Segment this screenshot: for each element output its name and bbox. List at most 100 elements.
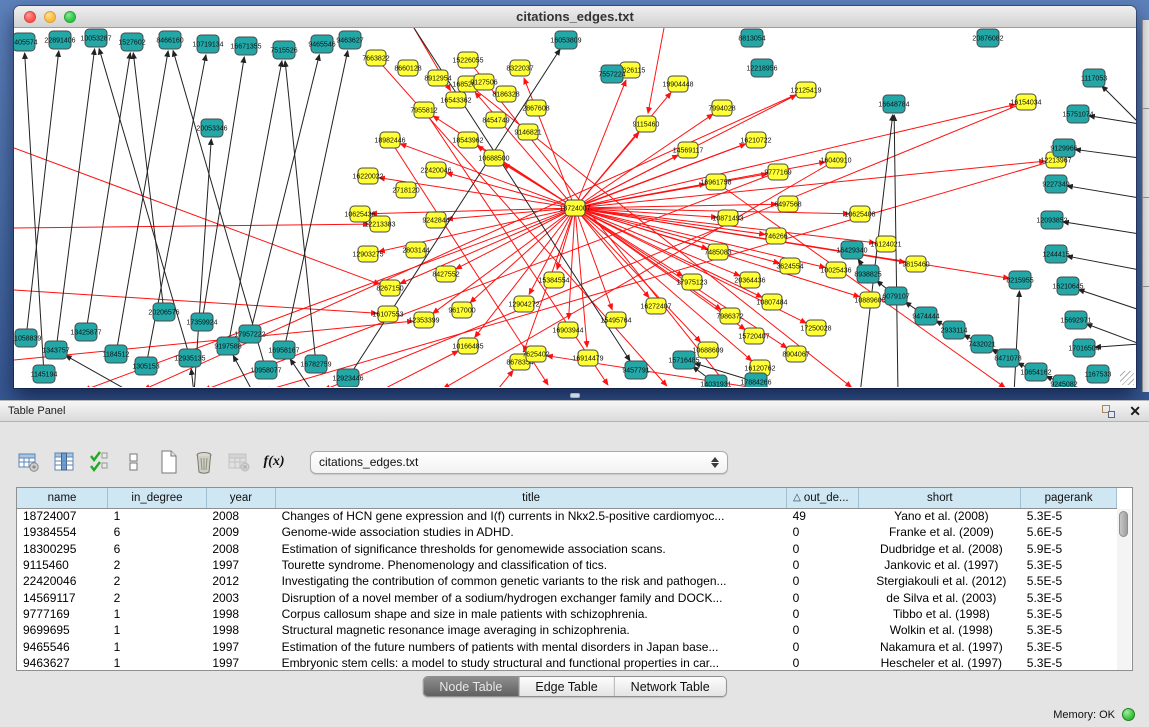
graph-node[interactable]: 8938825	[854, 265, 881, 283]
graph-node[interactable]: 12093852	[1036, 211, 1067, 229]
graph-node[interactable]: 9127506	[470, 74, 497, 90]
graph-node[interactable]: 9146821	[514, 124, 541, 140]
graph-node[interactable]: 17975123	[676, 274, 707, 290]
graph-node[interactable]: 8322037	[506, 60, 533, 76]
graph-node[interactable]: 15751074	[1062, 105, 1093, 123]
graph-node[interactable]: 10889605	[854, 292, 885, 308]
graph-node[interactable]: 9115460	[633, 116, 660, 132]
window-titlebar[interactable]: citations_edges.txt	[14, 6, 1136, 28]
panel-splitter-handle[interactable]	[570, 393, 580, 398]
graph-node[interactable]: 2718120	[392, 182, 419, 198]
graph-node[interactable]: 14031931	[700, 375, 731, 387]
column-header-short[interactable]: short	[859, 488, 1021, 508]
table-row[interactable]: 1872400712008Changes of HCN gene express…	[17, 508, 1117, 524]
resize-grip[interactable]	[1120, 371, 1134, 385]
column-header-name[interactable]: name	[17, 488, 108, 508]
close-window-button[interactable]	[24, 11, 36, 23]
table-settings-icon[interactable]	[16, 449, 42, 475]
graph-node[interactable]: 22420046	[420, 162, 451, 178]
graph-node[interactable]: 9777169	[764, 164, 791, 180]
select-columns-icon[interactable]	[51, 449, 77, 475]
table-row[interactable]: 977716911998Corpus callosum shape and si…	[17, 606, 1117, 622]
graph-node[interactable]: 16903944	[552, 322, 583, 338]
graph-node[interactable]: 19904448	[662, 76, 693, 92]
graph-node[interactable]: 10053287	[80, 29, 111, 47]
graph-node[interactable]: 16124021	[870, 236, 901, 252]
tab-node-table[interactable]: Node Table	[423, 677, 519, 696]
graph-node[interactable]: 20876082	[972, 29, 1003, 47]
table-row[interactable]: 1938455462009Genome-wide association stu…	[17, 524, 1117, 540]
graph-node[interactable]: 17016504	[1068, 339, 1099, 357]
graph-node[interactable]: 16958167	[268, 341, 299, 359]
graph-node[interactable]: 16429340	[836, 241, 867, 259]
graph-node[interactable]: 16671355	[230, 37, 261, 55]
graph-node[interactable]: 8904067	[782, 346, 809, 362]
graph-node[interactable]: 20206576	[148, 303, 179, 321]
graph-node[interactable]: 9465546	[308, 35, 335, 53]
graph-node[interactable]: 12353399	[408, 312, 439, 328]
graph-node[interactable]: 8466160	[156, 31, 183, 49]
graph-node[interactable]: 16782759	[300, 355, 331, 373]
function-builder-icon[interactable]: f(x)	[261, 449, 287, 475]
graph-node[interactable]: 7485083	[704, 244, 731, 260]
graph-node[interactable]: 1527602	[118, 33, 145, 51]
graph-node[interactable]: 7986372	[716, 308, 743, 324]
column-header-out_de[interactable]: △out_de...	[787, 488, 859, 508]
show-selected-icon[interactable]	[121, 449, 147, 475]
graph-node[interactable]: 9463627	[336, 31, 363, 49]
graph-node[interactable]: 16040910	[820, 152, 851, 168]
graph-node[interactable]: 16648784	[878, 95, 909, 113]
graph-node[interactable]: 9245082	[1050, 375, 1077, 387]
graph-node[interactable]: 2933114	[941, 321, 968, 339]
graph-node[interactable]: 8471078	[994, 349, 1021, 367]
graph-node[interactable]: 16053809	[550, 31, 581, 49]
graph-node[interactable]: 1343757	[42, 341, 69, 359]
graph-node[interactable]: 8912954	[424, 70, 451, 86]
graph-node[interactable]: 11058839	[14, 329, 41, 347]
graph-node[interactable]: 7955812	[410, 102, 437, 118]
table-row[interactable]: 2242004622012Investigating the contribut…	[17, 573, 1117, 589]
graph-node[interactable]: 8427552	[432, 266, 459, 282]
graph-node[interactable]: 1244415	[1042, 245, 1069, 263]
graph-node[interactable]: 1145194	[31, 365, 58, 383]
graph-node[interactable]: 13425877	[70, 323, 101, 341]
graph-node[interactable]: 8454749	[482, 112, 509, 128]
graph-node[interactable]: 10719134	[192, 35, 223, 53]
graph-node[interactable]: 8660128	[394, 60, 421, 76]
graph-node[interactable]: 6497568	[774, 196, 801, 212]
table-row[interactable]: 911546021997Tourette syndrome. Phenomeno…	[17, 557, 1117, 573]
graph-node[interactable]: 9474444	[912, 307, 939, 325]
graph-node[interactable]: 16210645	[1052, 277, 1083, 295]
graph-node[interactable]: 20053346	[196, 119, 227, 137]
graph-node[interactable]: 16210722	[740, 132, 771, 148]
graph-node[interactable]: 9197588	[214, 337, 241, 355]
graph-node[interactable]: 10625408	[844, 206, 875, 222]
table-row[interactable]: 946554611997Estimation of the future num…	[17, 638, 1117, 654]
graph-node[interactable]: 7432021	[968, 335, 995, 353]
delete-table-icon[interactable]	[191, 449, 217, 475]
graph-node[interactable]: 15720407	[738, 328, 769, 344]
close-panel-icon[interactable]: ✕	[1129, 404, 1141, 418]
graph-node[interactable]: 1184512	[103, 345, 130, 363]
table-select-dropdown[interactable]: citations_edges.txt	[310, 451, 728, 474]
graph-node[interactable]: 16272407	[640, 298, 671, 314]
graph-node[interactable]: 18982446	[374, 132, 405, 148]
graph-node[interactable]: 746266	[764, 228, 787, 244]
graph-node[interactable]: 9457791	[622, 361, 649, 379]
graph-node[interactable]: 1117053	[1081, 69, 1107, 87]
graph-node[interactable]: 2803144	[402, 242, 429, 258]
graph-node[interactable]: 8267150	[376, 280, 403, 296]
float-panel-icon[interactable]	[1102, 405, 1115, 418]
graph-node[interactable]: 16154034	[1010, 94, 1041, 110]
graph-node[interactable]: 7625402	[522, 346, 549, 362]
graph-node[interactable]: 1305153	[132, 357, 159, 375]
graph-node[interactable]: 12904272	[508, 296, 539, 312]
select-all-rows-icon[interactable]	[86, 449, 112, 475]
table-scrollbar-thumb[interactable]	[1119, 511, 1128, 537]
column-header-pagerank[interactable]: pagerank	[1021, 488, 1117, 508]
graph-node[interactable]: 22891406	[44, 31, 75, 49]
network-view[interactable]: 1872400716626115199044487994028162107229…	[14, 28, 1136, 387]
graph-node[interactable]: 8186328	[492, 86, 519, 102]
graph-node[interactable]: 15716485	[668, 351, 699, 369]
graph-node[interactable]: 12218956	[746, 59, 777, 77]
